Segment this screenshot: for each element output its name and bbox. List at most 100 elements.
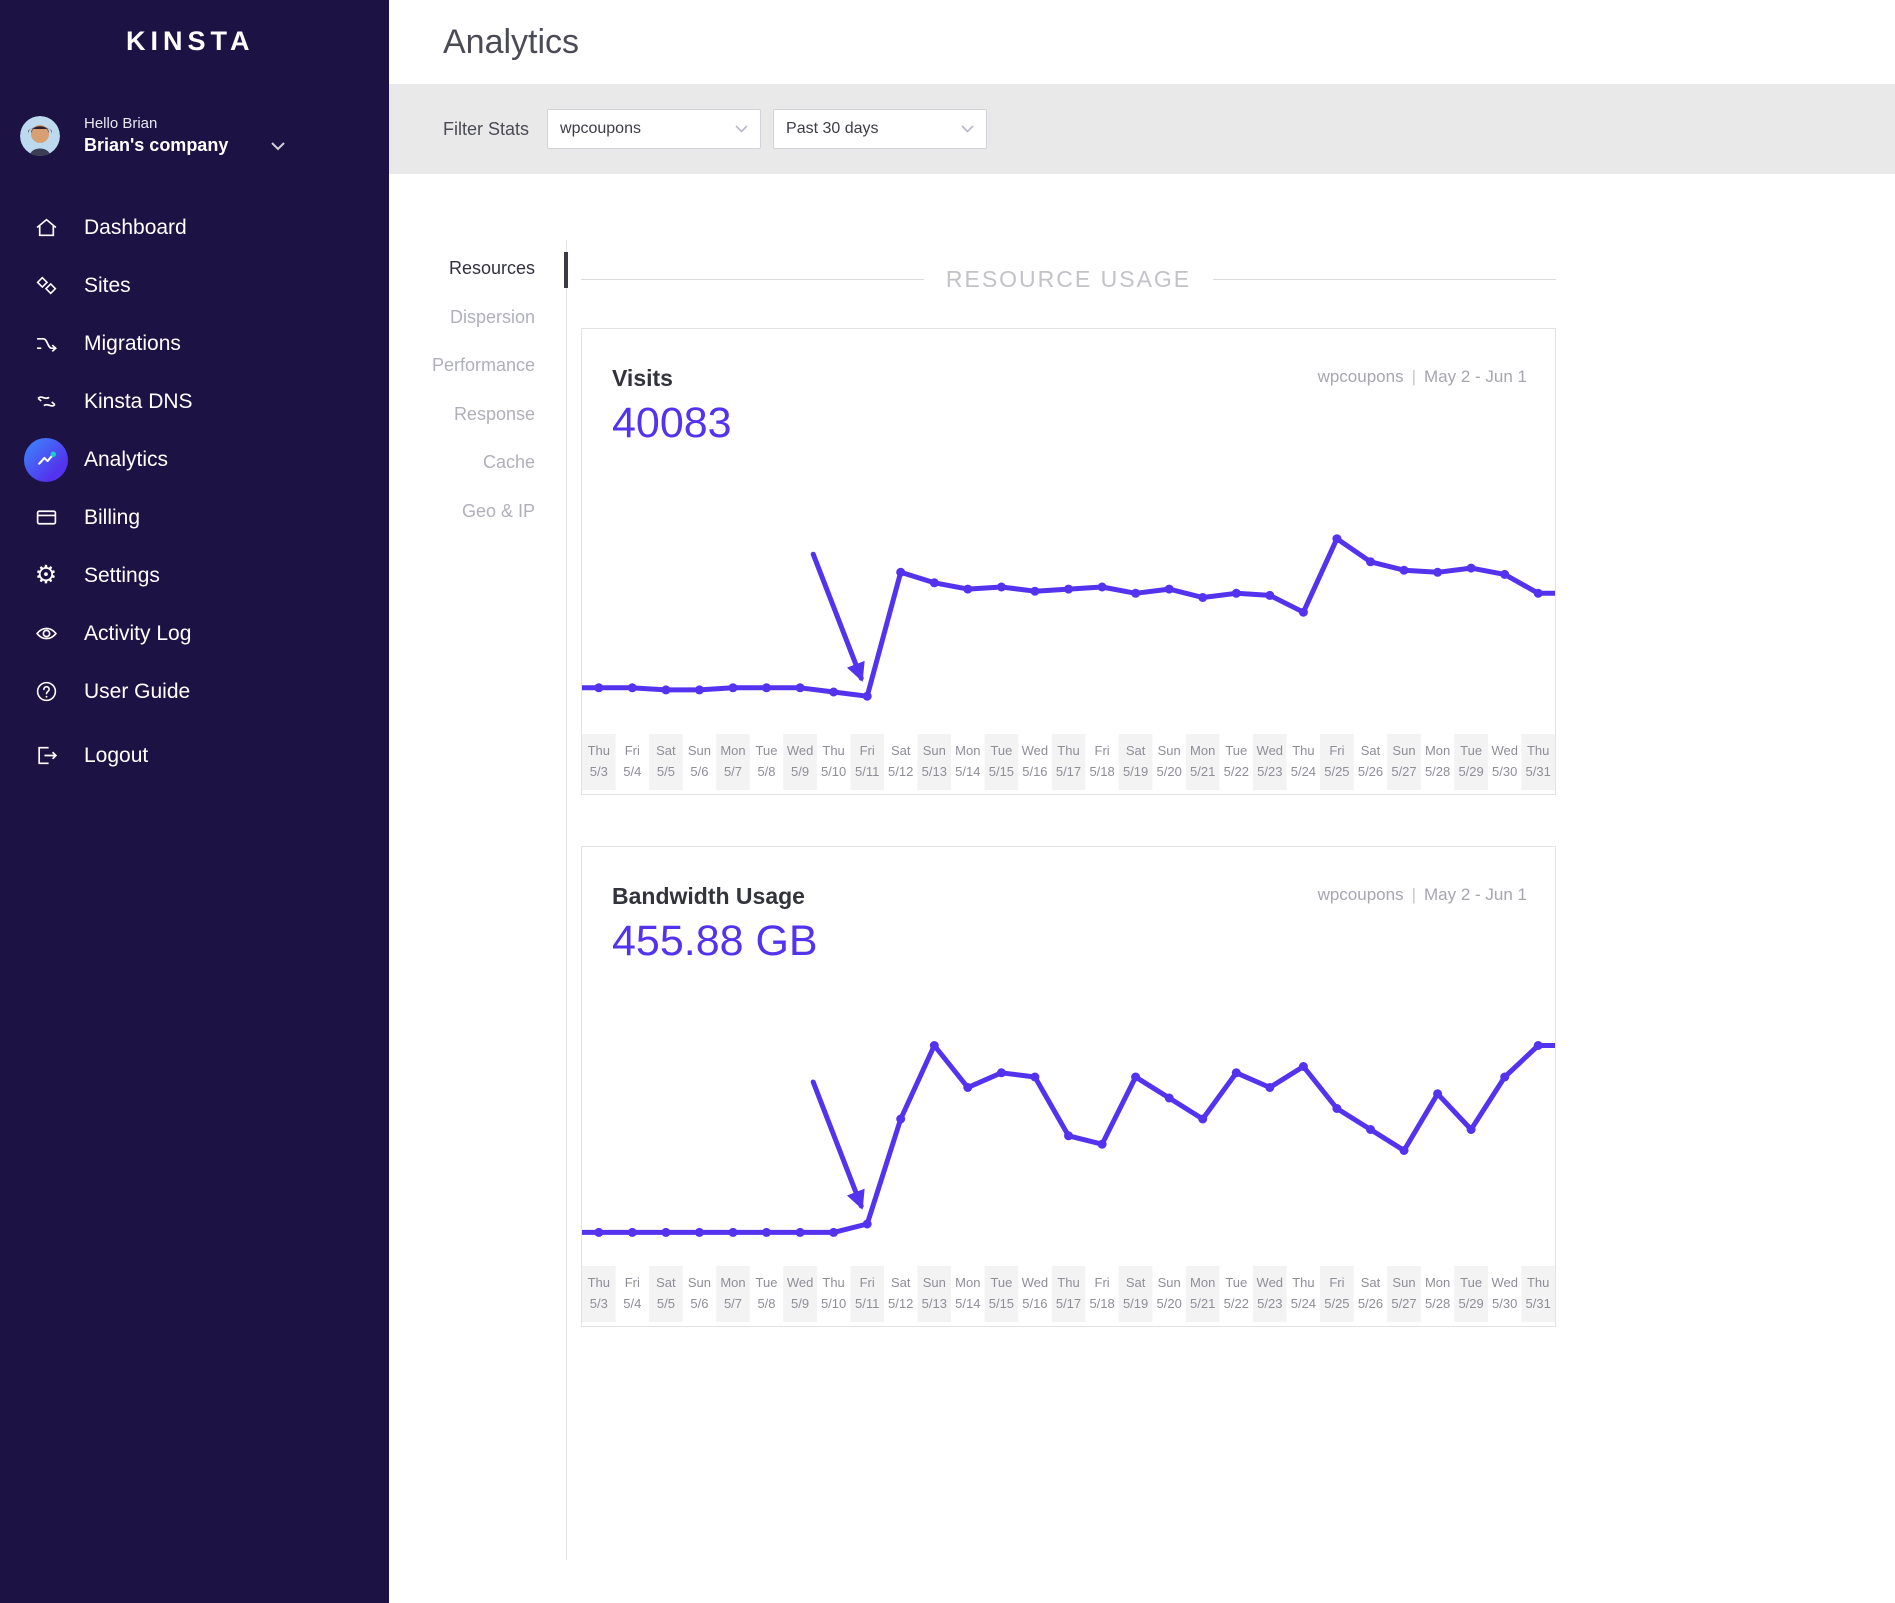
svg-text:Fri: Fri [625,1275,640,1290]
svg-text:5/25: 5/25 [1324,764,1349,779]
svg-text:Sat: Sat [891,743,911,758]
svg-text:Sat: Sat [891,1275,911,1290]
sidebar-item-label: Billing [84,506,140,530]
svg-text:5/9: 5/9 [791,764,809,779]
svg-text:Thu: Thu [822,1275,844,1290]
svg-text:5/20: 5/20 [1157,1296,1182,1311]
chevron-down-icon [735,120,748,138]
company-name: Brian's company [84,135,228,155]
sidebar-item-label: Migrations [84,332,181,356]
svg-text:5/6: 5/6 [690,1296,708,1311]
subnav-active-indicator [564,252,568,288]
section-title: RESOURCE USAGE [924,266,1213,293]
sidebar-item-dashboard[interactable]: Dashboard [0,199,389,257]
sidebar-item-settings[interactable]: ⚙ Settings [0,547,389,605]
bandwidth-title: Bandwidth Usage [612,883,805,910]
svg-text:Tue: Tue [1460,743,1482,758]
date-range-value: Past 30 days [786,120,879,138]
svg-text:Thu: Thu [1292,1275,1314,1290]
svg-text:5/12: 5/12 [888,1296,913,1311]
subnav-item-performance[interactable]: Performance [419,355,535,404]
sidebar-item-analytics[interactable]: Analytics [0,431,389,489]
sidebar-item-sites[interactable]: Sites [0,257,389,315]
sidebar-item-logout[interactable]: Logout [0,727,389,785]
bandwidth-value: 455.88 GB [612,917,818,966]
svg-text:5/11: 5/11 [855,1296,879,1311]
gear-icon: ⚙ [24,554,68,598]
sidebar-item-billing[interactable]: Billing [0,489,389,547]
migrations-icon [24,322,68,366]
date-range-select[interactable]: Past 30 days [773,109,987,149]
home-icon [24,206,68,250]
page-title: Analytics [443,23,579,62]
subnav-item-dispersion[interactable]: Dispersion [419,307,535,356]
kinsta-logo: Kinsta [0,0,389,57]
svg-text:5/4: 5/4 [623,1296,641,1311]
sidebar-item-label: Activity Log [84,622,191,646]
svg-text:Mon: Mon [720,1275,745,1290]
svg-text:5/22: 5/22 [1224,764,1249,779]
svg-text:Tue: Tue [1225,1275,1247,1290]
svg-text:Sun: Sun [1392,743,1415,758]
subnav-item-resources[interactable]: Resources [419,258,535,307]
svg-text:Fri: Fri [1329,743,1344,758]
svg-text:5/20: 5/20 [1157,764,1182,779]
svg-text:5/26: 5/26 [1358,1296,1383,1311]
svg-text:Wed: Wed [1022,743,1049,758]
site-select-value: wpcoupons [560,120,641,138]
svg-text:5/22: 5/22 [1224,1296,1249,1311]
sidebar-item-label: Dashboard [84,216,187,240]
svg-text:5/16: 5/16 [1022,1296,1047,1311]
chevron-down-icon [271,137,285,157]
svg-text:5/7: 5/7 [724,764,742,779]
subnav-item-response[interactable]: Response [419,404,535,453]
bandwidth-meta: wpcoupons|May 2 - Jun 1 [1318,885,1527,905]
svg-text:5/26: 5/26 [1358,764,1383,779]
svg-text:5/17: 5/17 [1056,1296,1081,1311]
svg-text:Wed: Wed [1491,743,1518,758]
sidebar-item-kinsta-dns[interactable]: Kinsta DNS [0,373,389,431]
subnav-item-geo-ip[interactable]: Geo & IP [419,501,535,550]
svg-text:5/7: 5/7 [724,1296,742,1311]
svg-text:Mon: Mon [1425,743,1450,758]
visits-chart: ThuFriSatSunMonTueWedThuFriSatSunMonTueW… [582,488,1555,794]
logout-icon [24,734,68,778]
svg-text:5/24: 5/24 [1291,764,1316,779]
svg-text:5/6: 5/6 [690,764,708,779]
svg-text:Mon: Mon [1190,743,1215,758]
page-header: Analytics [389,0,1895,84]
svg-text:Fri: Fri [625,743,640,758]
svg-text:5/27: 5/27 [1391,764,1416,779]
user-greeting: Hello Brian [84,115,285,134]
svg-text:Sun: Sun [923,743,946,758]
svg-text:Sat: Sat [1361,743,1381,758]
svg-text:Fri: Fri [1095,1275,1110,1290]
meta-separator: | [1404,367,1424,386]
svg-text:Mon: Mon [1190,1275,1215,1290]
sidebar: Kinsta Hello Brian Brian's company [0,0,389,1603]
svg-text:5/14: 5/14 [955,764,980,779]
svg-text:5/23: 5/23 [1257,764,1282,779]
sidebar-item-activity-log[interactable]: Activity Log [0,605,389,663]
filter-bar: Filter Stats wpcoupons Past 30 days [389,84,1895,174]
svg-text:5/18: 5/18 [1089,1296,1114,1311]
svg-text:Tue: Tue [756,743,778,758]
site-select[interactable]: wpcoupons [547,109,761,149]
account-switcher[interactable]: Hello Brian Brian's company [20,115,389,157]
sidebar-item-user-guide[interactable]: User Guide [0,663,389,721]
svg-text:Thu: Thu [588,743,610,758]
svg-text:5/31: 5/31 [1526,764,1551,779]
subnav-item-cache[interactable]: Cache [419,452,535,501]
svg-text:Wed: Wed [1491,1275,1518,1290]
svg-text:Fri: Fri [1329,1275,1344,1290]
svg-text:Mon: Mon [955,1275,980,1290]
svg-text:5/30: 5/30 [1492,764,1517,779]
svg-text:5/31: 5/31 [1526,1296,1551,1311]
section-heading: RESOURCE USAGE [581,266,1556,293]
svg-text:5/18: 5/18 [1089,764,1114,779]
visits-card: Visits 40083 wpcoupons|May 2 - Jun 1 Thu… [581,328,1556,795]
meta-site: wpcoupons [1318,885,1404,904]
sidebar-item-migrations[interactable]: Migrations [0,315,389,373]
svg-text:5/4: 5/4 [623,764,641,779]
svg-text:5/3: 5/3 [590,764,608,779]
